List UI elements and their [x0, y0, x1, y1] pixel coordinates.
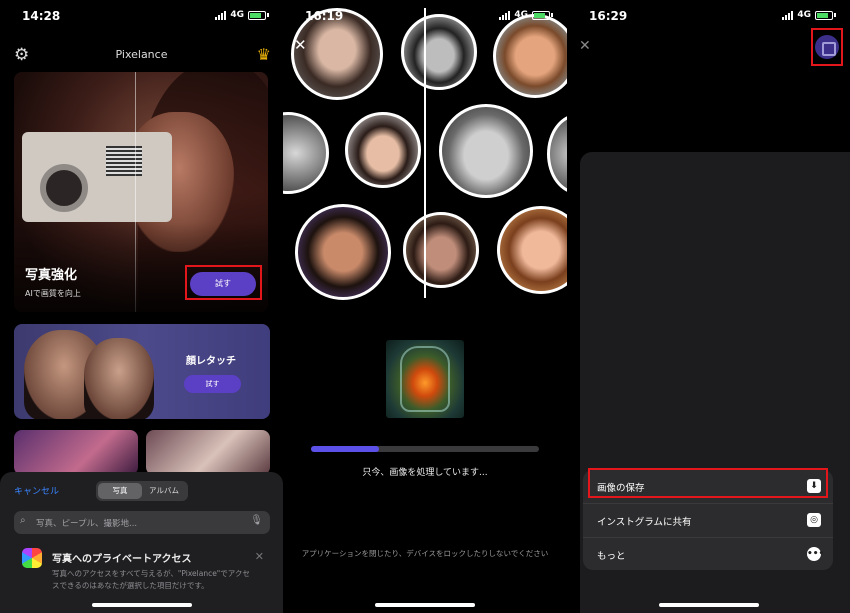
tab-albums[interactable]: アルバム	[142, 483, 186, 499]
notice-body: 写真へのアクセスをすべて与えるが、"Pixelance"でアクセスできるのはあな…	[52, 569, 250, 590]
network-label: 4G	[514, 10, 528, 20]
notice-title: 写真へのプライベートアクセス	[52, 554, 192, 565]
status-time: 16:19	[305, 9, 344, 23]
menu-item-more[interactable]: もっと •••	[583, 538, 833, 570]
menu-item-label: インストグラムに共有	[597, 517, 692, 528]
photos-app-icon	[22, 548, 42, 568]
screenshots-composite: 14:28 4G ⚙ Pixelance ♛ 写真強化 AIで画質を向上 試す	[0, 0, 850, 613]
warning-text: アプリケーションを閉じたり、デバイスをロックしたりしないでください	[301, 549, 549, 558]
face-photo	[403, 212, 479, 288]
card-subtitle: AIで画質を向上	[25, 289, 81, 298]
close-icon[interactable]: ✕	[255, 550, 264, 563]
battery-icon	[248, 10, 266, 20]
menu-item-label: もっと	[597, 551, 626, 562]
battery-icon	[532, 10, 550, 20]
processing-image-thumbnail	[386, 340, 464, 418]
status-time: 14:28	[22, 9, 61, 23]
status-time: 16:29	[589, 9, 628, 23]
feature-card-thumbnail[interactable]	[14, 430, 138, 475]
try-button[interactable]: 試す	[184, 375, 241, 393]
private-access-notice: 写真へのプライベートアクセス 写真へのアクセスをすべて与えるが、"Pixelan…	[20, 548, 270, 608]
progress-fill	[311, 446, 380, 452]
compare-divider	[424, 8, 426, 298]
app-title: Pixelance	[115, 48, 168, 61]
face-photo	[295, 204, 391, 300]
search-input[interactable]: ⌕ 写真、ピープル、撮影地... 🎙	[14, 511, 270, 534]
signal-icon	[782, 10, 794, 20]
processing-status: 只今、画像を処理しています...	[362, 468, 488, 478]
home-indicator	[375, 603, 475, 607]
more-icon: •••	[807, 547, 825, 561]
face-photo	[493, 14, 567, 98]
microphone-icon[interactable]: 🎙	[250, 515, 263, 526]
photo-picker-sheet: キャンセル 写真 アルバム ⌕ 写真、ピープル、撮影地... 🎙 写真へのプライ…	[0, 472, 283, 613]
signal-icon	[215, 10, 227, 20]
network-label: 4G	[797, 10, 811, 20]
face-collage: ✕	[283, 0, 567, 305]
status-bar: 14:28 4G	[0, 8, 283, 26]
home-screen: 14:28 4G ⚙ Pixelance ♛ 写真強化 AIで画質を向上 試す	[0, 0, 283, 613]
instagram-icon: ◎	[807, 513, 821, 527]
cancel-button[interactable]: キャンセル	[14, 484, 59, 497]
signal-icon	[499, 10, 511, 20]
network-label: 4G	[230, 10, 244, 20]
tab-photos[interactable]: 写真	[98, 483, 142, 499]
camera-image	[22, 132, 172, 222]
highlight-box	[811, 28, 843, 66]
search-icon: ⌕	[20, 515, 26, 526]
crown-icon[interactable]: ♛	[257, 45, 271, 64]
face-photo	[283, 112, 329, 194]
card-title: 顔レタッチ	[186, 356, 236, 367]
search-placeholder: 写真、ピープル、撮影地...	[36, 519, 138, 529]
battery-icon	[815, 10, 833, 20]
face-photo	[497, 206, 567, 294]
card-title: 写真強化	[25, 268, 78, 283]
save-screen: 16:29 4G ✕ 画像の保存 ⬇ インストグラムに共有 ◎ もっと •••	[567, 0, 850, 613]
home-indicator	[658, 603, 759, 607]
home-indicator	[91, 603, 192, 607]
face-retouch-card[interactable]: 顔レタッチ 試す	[14, 324, 270, 419]
face-photo	[439, 104, 533, 198]
progress-bar	[311, 446, 539, 452]
face-photo	[345, 112, 421, 188]
picker-tabs: 写真 アルバム	[96, 481, 188, 501]
status-bar: 16:29 4G	[567, 8, 850, 26]
feature-card-thumbnail[interactable]	[146, 430, 270, 475]
close-icon[interactable]: ✕	[294, 36, 307, 54]
app-header: ⚙ Pixelance ♛	[0, 44, 283, 68]
close-icon[interactable]: ✕	[579, 38, 591, 54]
status-bar: 16:19 4G	[283, 8, 567, 26]
menu-item-share-instagram[interactable]: インストグラムに共有 ◎	[583, 504, 833, 538]
highlight-box	[185, 265, 262, 300]
face-photo	[547, 114, 567, 194]
highlight-box	[588, 468, 828, 498]
processing-screen: ✕ 16:19 4G 只今、画像を処理しています... アプリケーションを閉じた…	[283, 0, 567, 613]
